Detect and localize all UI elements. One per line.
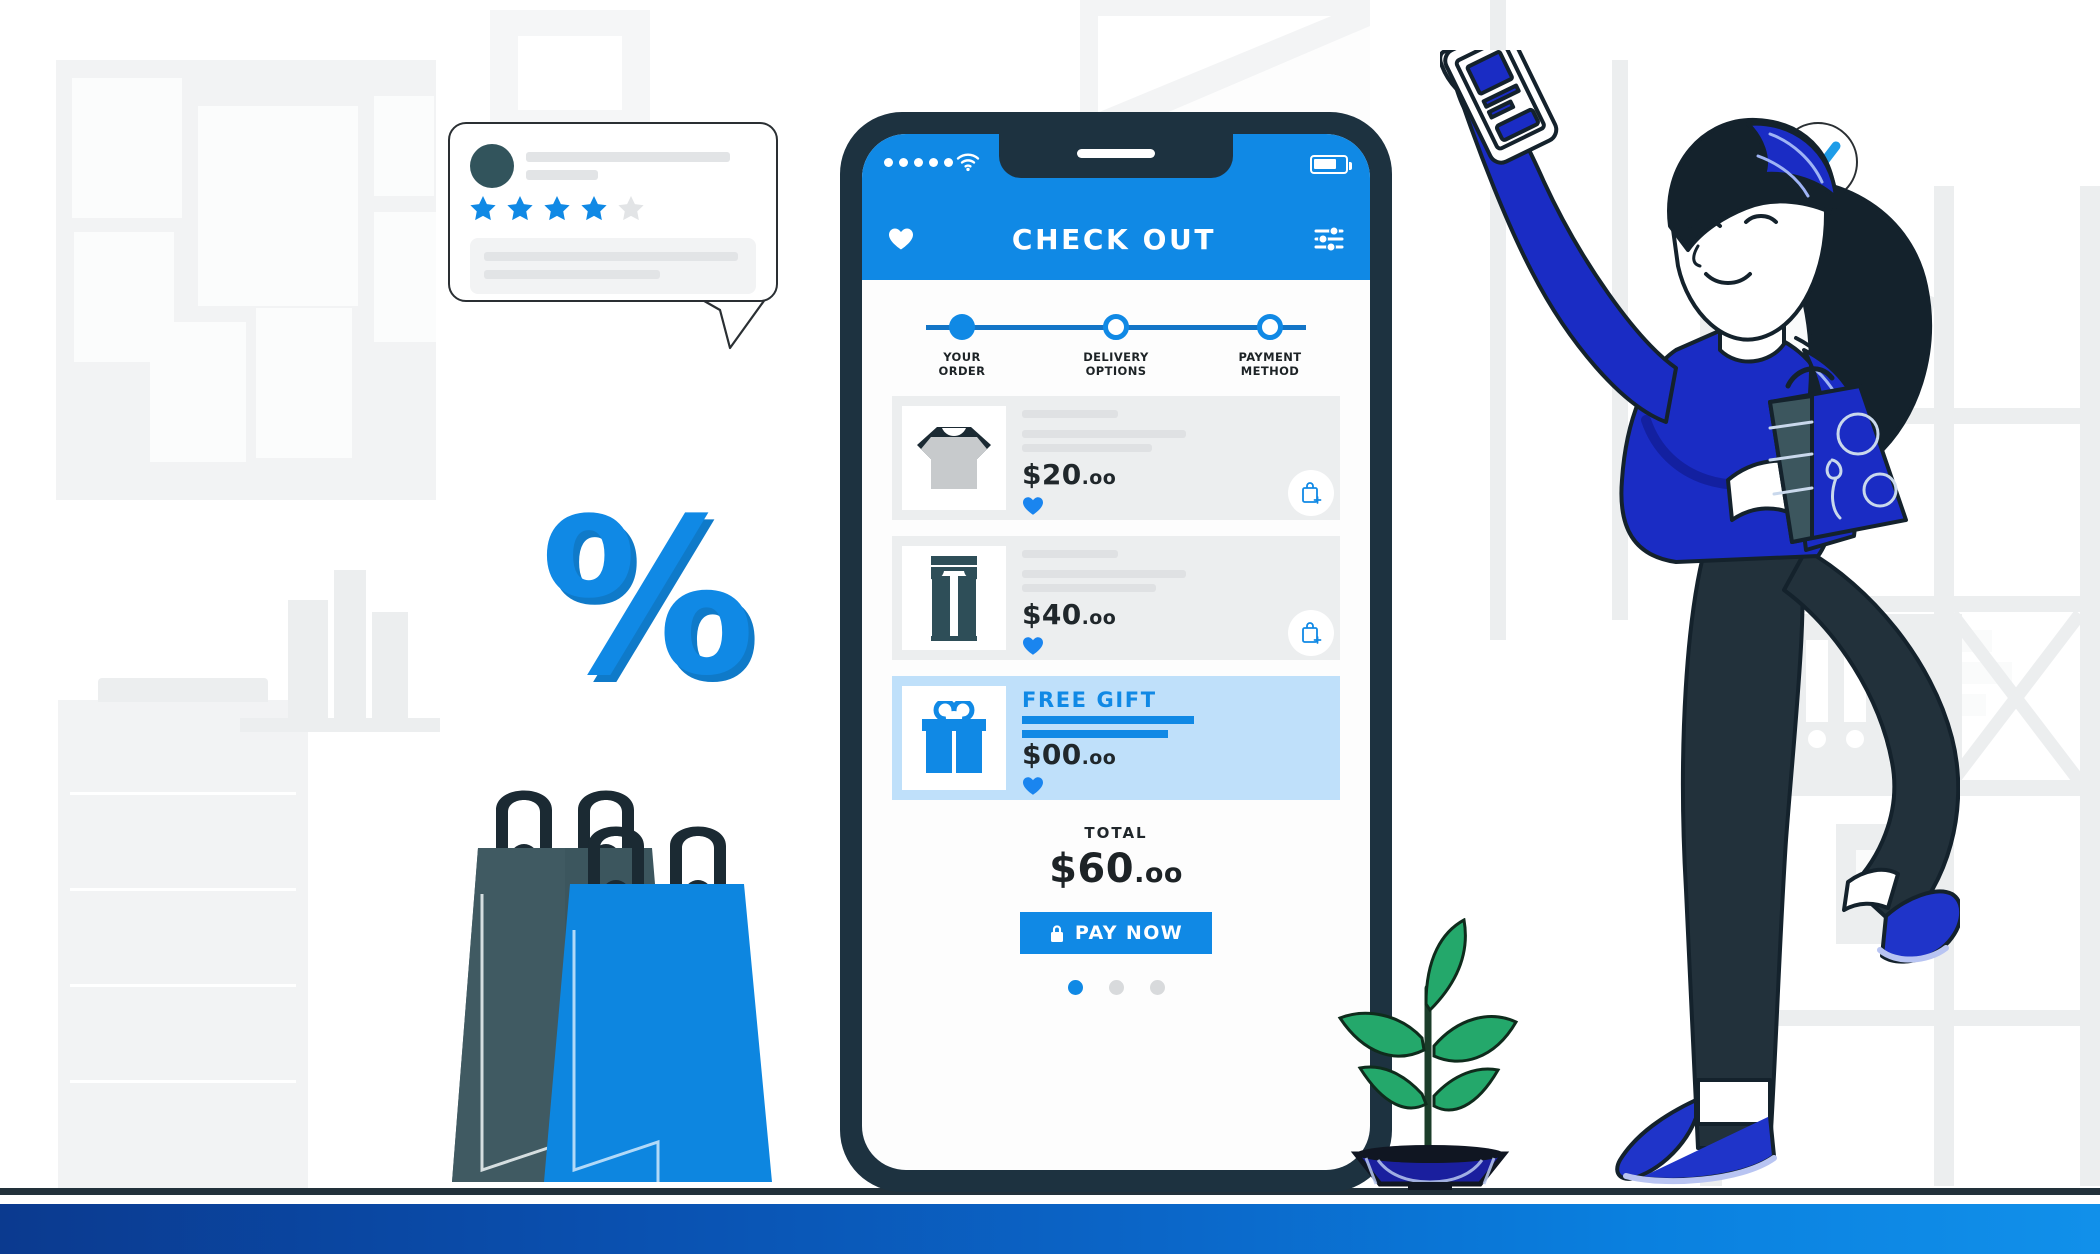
phone-screen: CHECK OUT YOUR ORDER DELIVERY OPTIONS PA… xyxy=(862,134,1370,1170)
product-desc-line-2 xyxy=(1022,584,1156,592)
review-name-placeholder xyxy=(526,152,730,162)
heart-icon[interactable] xyxy=(888,227,914,251)
total-amount: $60.oo xyxy=(1049,846,1183,892)
signal-strength-icon xyxy=(884,158,953,167)
speaker-grille xyxy=(1077,149,1155,158)
lock-icon xyxy=(1050,924,1063,942)
product-thumbnail xyxy=(902,406,1006,510)
sliders-icon[interactable] xyxy=(1314,226,1344,252)
step-dot-active xyxy=(949,314,975,340)
background-block-row xyxy=(240,718,440,732)
shopping-bags xyxy=(452,790,772,1182)
total-label: TOTAL xyxy=(1084,824,1148,842)
pay-now-button[interactable]: PAY NOW xyxy=(1020,912,1212,954)
review-body-line-2 xyxy=(484,270,660,279)
background-frame-top-inner xyxy=(518,36,622,110)
review-card xyxy=(448,122,778,302)
tshirt-icon xyxy=(917,427,991,489)
star-icon xyxy=(470,196,496,221)
review-sub-placeholder xyxy=(526,170,598,180)
review-body xyxy=(470,238,756,294)
background-block-1 xyxy=(288,600,328,718)
wifi-icon xyxy=(956,153,980,172)
shopper-character xyxy=(1440,50,1960,1185)
background-block-2 xyxy=(334,570,366,718)
background-cabinet-top xyxy=(98,678,268,702)
product-title-placeholder xyxy=(1022,410,1118,418)
product-desc-line-2 xyxy=(1022,444,1152,452)
background-shelf-cross-brace xyxy=(1946,610,2086,786)
review-body-line-1 xyxy=(484,252,738,261)
step-payment-method[interactable]: PAYMENT METHOD xyxy=(1222,314,1318,378)
step-your-order[interactable]: YOUR ORDER xyxy=(914,314,1010,378)
add-to-bag-icon xyxy=(1302,482,1322,504)
gift-desc-line-2 xyxy=(1022,730,1168,738)
avatar xyxy=(470,144,514,188)
cart-item-row[interactable]: $40.oo xyxy=(892,536,1340,660)
step-label: DELIVERY OPTIONS xyxy=(1083,350,1149,379)
bottom-gradient-bar xyxy=(0,1204,2100,1254)
background-panel-left xyxy=(56,60,436,500)
page-title: CHECK OUT xyxy=(1011,222,1217,256)
cart-item-row-free-gift[interactable]: FREE GIFT $00.oo xyxy=(892,676,1340,800)
star-icon xyxy=(507,196,533,221)
percent-symbol: % xyxy=(540,472,755,723)
product-price: $20.oo xyxy=(1022,458,1117,491)
pager-dot[interactable] xyxy=(1108,980,1124,995)
product-thumbnail xyxy=(902,546,1006,650)
add-to-bag-icon xyxy=(1302,622,1322,644)
heart-icon[interactable] xyxy=(1022,776,1044,796)
battery-icon xyxy=(1310,155,1352,174)
background-cabinet xyxy=(58,678,308,1190)
step-dot xyxy=(1103,314,1129,340)
phone-mockup: CHECK OUT YOUR ORDER DELIVERY OPTIONS PA… xyxy=(840,112,1392,1192)
heart-icon[interactable] xyxy=(1022,496,1044,516)
product-desc-line-1 xyxy=(1022,570,1186,578)
step-dot xyxy=(1257,314,1283,340)
checkout-stepper: YOUR ORDER DELIVERY OPTIONS PAYMENT METH… xyxy=(914,314,1318,380)
pager-dot[interactable] xyxy=(1149,980,1165,995)
add-to-bag-button[interactable] xyxy=(1288,610,1334,656)
product-thumbnail xyxy=(902,686,1006,790)
gift-icon xyxy=(922,701,986,773)
star-icon xyxy=(581,196,607,221)
product-title-placeholder xyxy=(1022,550,1118,558)
add-to-bag-button[interactable] xyxy=(1288,470,1334,516)
star-rating xyxy=(468,194,646,224)
step-label: YOUR ORDER xyxy=(938,350,986,379)
carousel-pager[interactable] xyxy=(862,980,1370,995)
star-icon-empty xyxy=(618,196,644,221)
background-block-3 xyxy=(372,612,408,718)
cart-item-row[interactable]: $20.oo xyxy=(892,396,1340,520)
product-desc-line-1 xyxy=(1022,430,1186,438)
step-delivery-options[interactable]: DELIVERY OPTIONS xyxy=(1068,314,1164,378)
illustration-canvas: % CHECK OUT YOUR ORDER DELIVERY OPTIONS … xyxy=(0,0,2100,1254)
heart-icon[interactable] xyxy=(1022,636,1044,656)
phone-notch xyxy=(999,134,1233,178)
pager-dot-active[interactable] xyxy=(1067,980,1083,995)
product-price: $40.oo xyxy=(1022,598,1117,631)
product-price: $00.oo xyxy=(1022,738,1117,771)
star-icon xyxy=(544,196,570,221)
step-label: PAYMENT METHOD xyxy=(1238,350,1302,379)
jeans-icon xyxy=(931,556,977,641)
cart-items-list: $20.oo $40.oo FREE GIFT $00.oo xyxy=(892,396,1340,800)
order-total: TOTAL $60.oo PAY NOW xyxy=(862,824,1370,995)
pay-now-label: PAY NOW xyxy=(1074,922,1184,944)
gift-desc-line-1 xyxy=(1022,716,1194,724)
app-bar: CHECK OUT xyxy=(862,198,1370,280)
free-gift-label: FREE GIFT xyxy=(1022,688,1157,712)
status-bar xyxy=(862,134,1370,198)
